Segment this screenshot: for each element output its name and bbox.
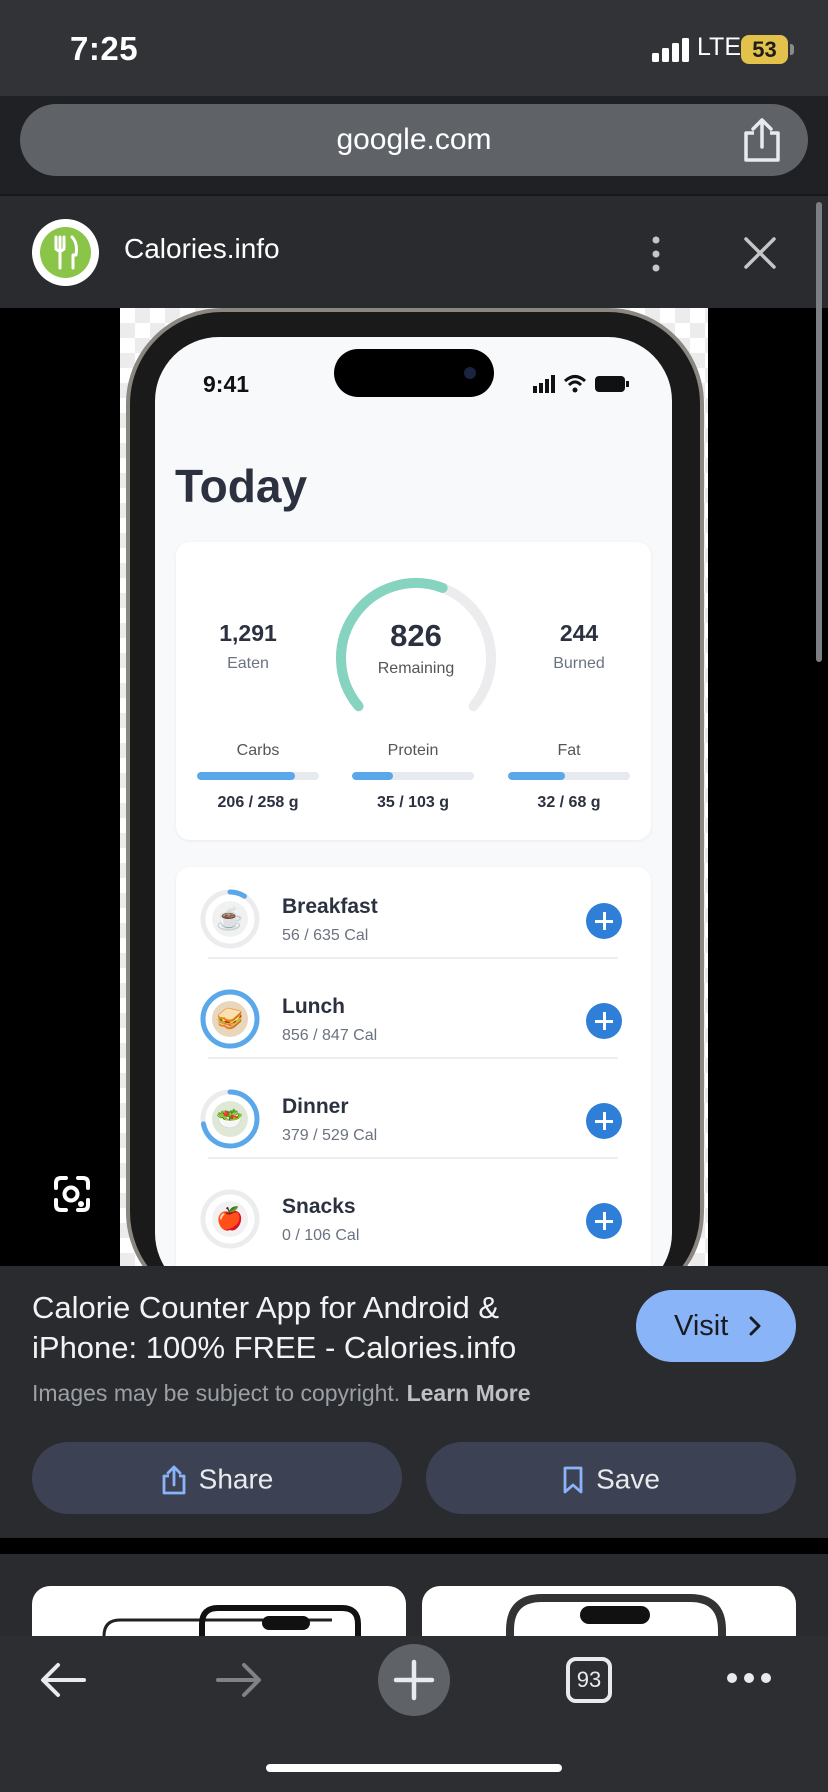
meal-lunch: 🥪 Lunch 856 / 847 Cal [176,967,651,1067]
battery-cap [790,44,794,55]
fat-bar [508,772,566,780]
divider [208,1157,618,1159]
phone-screen: 9:41 Today 1,291 Eaten 826 Remaining 244… [155,337,672,1266]
site-logo [32,219,99,286]
add-lunch-button [586,1003,622,1039]
phone-thumbnail-graphic [102,1605,361,1636]
remaining-label: Remaining [377,660,455,677]
share-icon[interactable] [741,117,783,163]
divider [208,957,618,959]
bookmark-icon [563,1466,583,1494]
macro-carbs: Carbs 206 / 258 g [196,742,320,812]
back-arrow-icon[interactable] [38,1660,88,1700]
status-time: 7:25 [70,30,139,67]
meals-card: ☕ Breakfast 56 / 635 Cal 🥪 Lunch 856 / 8… [176,867,651,1266]
chevron-right-icon [749,1316,761,1336]
remaining-value: 826 [390,618,442,653]
signal-icon [652,38,689,62]
add-dinner-button [586,1103,622,1139]
visit-label: Visit [674,1310,729,1342]
save-button[interactable]: Save [426,1442,796,1514]
home-indicator [266,1764,562,1772]
add-snacks-button [586,1203,622,1239]
meal-dinner: 🥗 Dinner 379 / 529 Cal [176,1067,651,1167]
scrollbar[interactable] [816,202,822,662]
phone-status-icons [533,375,629,393]
learn-more-link[interactable]: Learn More [407,1380,531,1406]
share-icon [162,1465,186,1495]
phone-time: 9:41 [203,371,250,397]
carbs-bar [197,772,295,780]
divider [0,1538,828,1554]
visit-button[interactable]: Visit [636,1290,796,1362]
image-preview[interactable]: 9:41 Today 1,291 Eaten 826 Remaining 244… [0,308,828,1266]
more-horiz-icon[interactable] [726,1672,772,1684]
new-tab-button[interactable] [378,1644,450,1716]
battery-indicator: 53 [741,35,788,64]
dynamic-island [334,349,494,397]
network-type: LTE [697,33,741,61]
eaten-stat: 1,291 Eaten [219,620,277,672]
apple-icon: 🍎 [212,1201,248,1237]
sandwich-icon: 🥪 [212,1001,248,1037]
protein-bar [352,772,394,780]
calorie-summary-card: 1,291 Eaten 826 Remaining 244 Burned Car… [176,542,651,840]
add-breakfast-button [586,903,622,939]
forward-arrow-icon[interactable] [214,1660,264,1700]
salad-icon: 🥗 [212,1101,248,1137]
result-title[interactable]: Calorie Counter App for Android & iPhone… [32,1288,552,1368]
divider [208,1057,618,1059]
coffee-icon: ☕ [212,901,248,937]
share-label: Share [198,1463,274,1495]
related-image-thumbnail[interactable] [32,1586,406,1636]
related-image-thumbnail[interactable] [422,1586,796,1636]
macro-protein: Protein 35 / 103 g [351,742,475,812]
share-button[interactable]: Share [32,1442,402,1514]
burned-stat: 244 Burned [553,620,605,672]
tab-switcher-button[interactable]: 93 [566,1657,612,1703]
more-vert-icon[interactable] [648,234,664,274]
page-title: Today [175,460,308,512]
macro-fat: Fat 32 / 68 g [507,742,631,812]
google-lens-icon[interactable] [52,1174,92,1214]
plus-icon [393,1659,435,1701]
url-text[interactable]: google.com [20,104,808,176]
site-name[interactable]: Calories.info [124,233,280,265]
meal-breakfast: ☕ Breakfast 56 / 635 Cal [176,867,651,967]
phone-thumbnail-graphic [506,1594,726,1636]
close-icon[interactable] [741,234,779,272]
fork-knife-icon [54,235,78,270]
save-label: Save [596,1463,660,1495]
copyright-notice: Images may be subject to copyright. Lear… [32,1380,531,1406]
address-bar[interactable]: google.com [20,104,808,176]
related-images-grid [0,1554,828,1636]
meal-snacks: 🍎 Snacks 0 / 106 Cal [176,1167,651,1266]
